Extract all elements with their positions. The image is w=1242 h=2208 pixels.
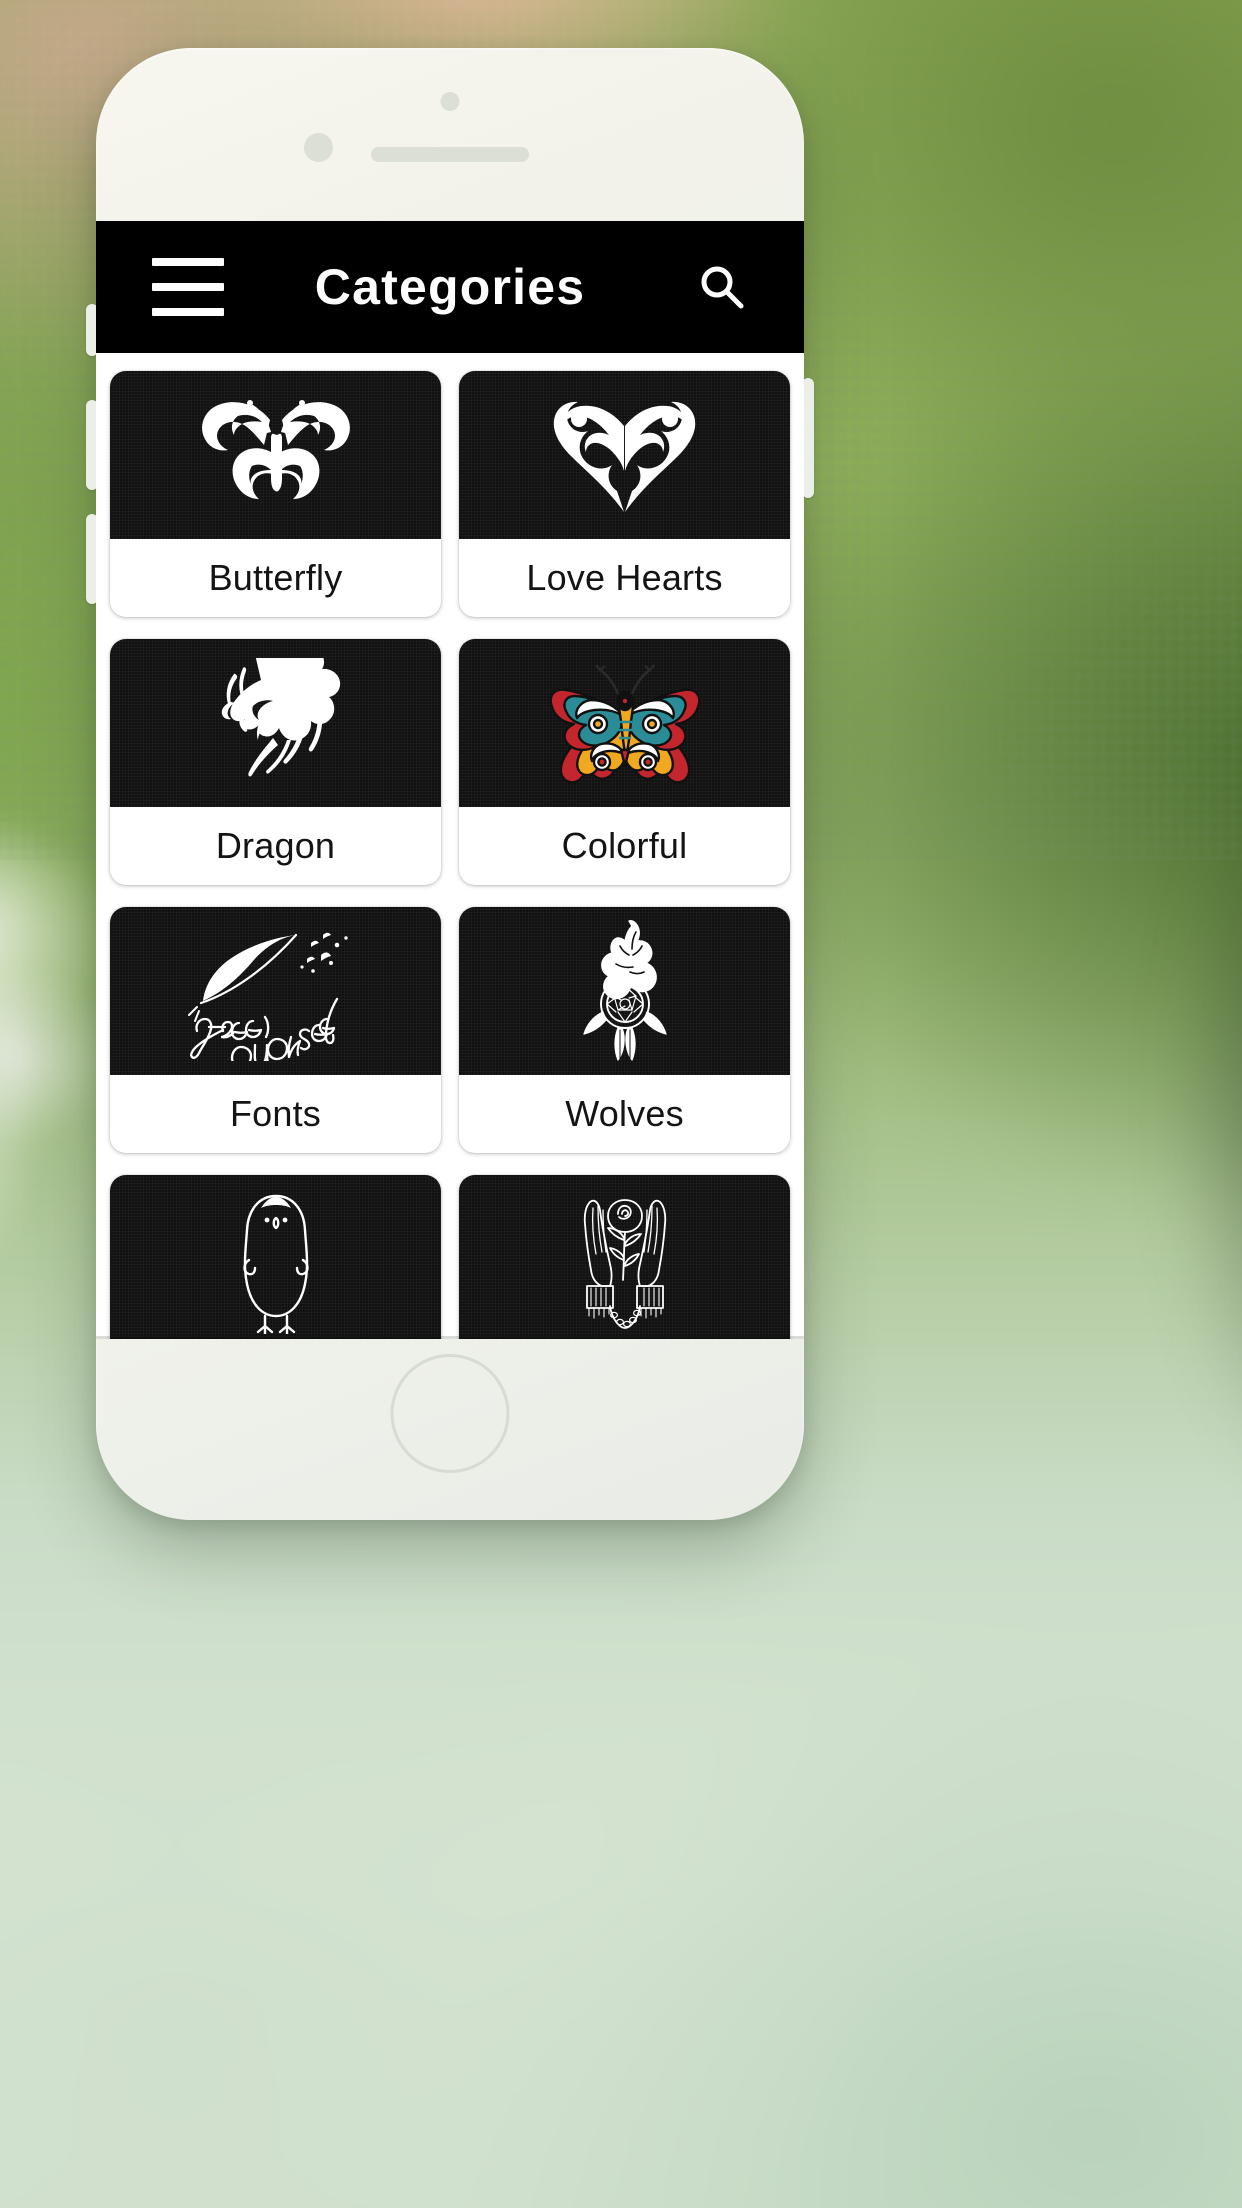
handcuffed-hands-rose-icon [459, 1175, 790, 1339]
tribal-dragon-head-icon [110, 639, 441, 807]
search-icon[interactable] [690, 255, 754, 319]
category-card-love-hearts[interactable]: Love Hearts [459, 371, 790, 617]
screen-bottom-edge [96, 1336, 804, 1339]
hamburger-line-2 [152, 283, 224, 291]
category-card-label: Love Hearts [526, 557, 723, 598]
front-camera-icon [440, 92, 460, 111]
category-card-butterfly[interactable]: Butterfly [110, 371, 441, 617]
app-bar: Categories [96, 221, 804, 353]
colorful-butterfly-icon [459, 639, 790, 807]
phone-device-mockup: Categories Butterfly Love Hearts Dragon … [86, 48, 814, 1520]
tribal-butterfly-icon [110, 371, 441, 539]
category-card-label: Wolves [565, 1093, 684, 1134]
category-card-dragon[interactable]: Dragon [110, 639, 441, 885]
home-button[interactable] [390, 1354, 510, 1473]
category-card-criminal[interactable]: Criminal [459, 1175, 790, 1339]
hamburger-line-1 [152, 258, 224, 266]
minimal-bird-outline-icon [110, 1175, 441, 1339]
hamburger-line-3 [152, 308, 224, 316]
hamburger-menu-icon[interactable] [152, 258, 224, 316]
earpiece-speaker [371, 147, 529, 162]
tribal-heart-icon [459, 371, 790, 539]
category-card-label: Dragon [215, 825, 336, 866]
category-card-label: Butterfly [208, 557, 343, 598]
category-card-colorful[interactable]: Colorful [459, 639, 790, 885]
feather-free-yourself-icon [110, 907, 441, 1075]
category-card-fonts[interactable]: Fonts [110, 907, 441, 1153]
category-card-label: Colorful [561, 825, 688, 866]
category-card-wolves[interactable]: Wolves [459, 907, 790, 1153]
category-card-label: Fonts [229, 1093, 322, 1134]
proximity-sensor-icon [304, 133, 333, 162]
howling-wolf-dreamcatcher-icon [459, 907, 790, 1075]
category-card-minimalist[interactable]: Minimalist [110, 1175, 441, 1339]
category-grid: Butterfly Love Hearts Dragon Colorful Fo… [96, 353, 804, 1339]
app-screen: Categories Butterfly Love Hearts Dragon … [96, 221, 804, 1339]
